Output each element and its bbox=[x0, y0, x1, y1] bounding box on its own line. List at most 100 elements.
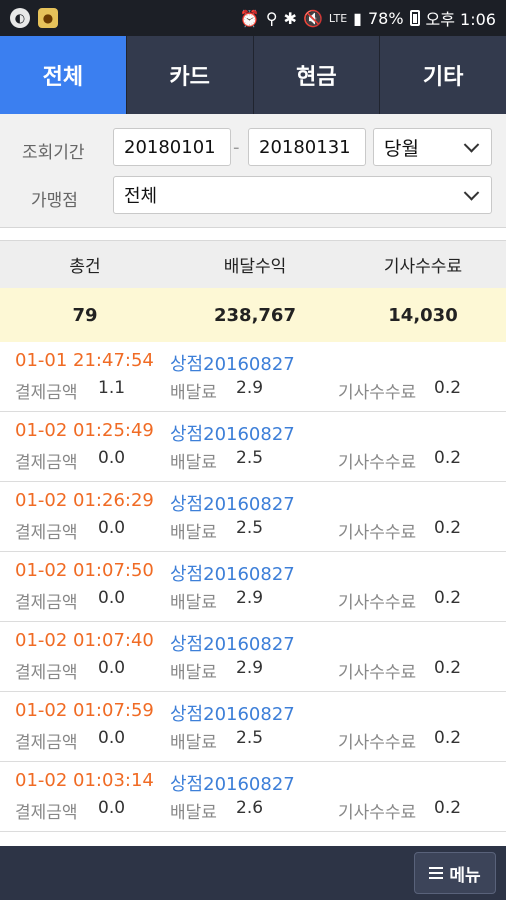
location-icon: ⚲ bbox=[265, 8, 278, 28]
status-bar: ◐ ● ⏰ ⚲ ✱ 🔇 LTE ▮ 78% 오후 1:06 bbox=[0, 0, 506, 36]
list-item[interactable]: 01-02 01:07:59 상점20160827 결제금액 0.0 배달료 2… bbox=[0, 692, 506, 762]
store-select-value: 전체 bbox=[124, 186, 158, 207]
store-name: 상점20160827 bbox=[170, 634, 295, 655]
payment-value: 1.1 bbox=[98, 378, 126, 398]
driver-fee-label: 기사수수료 bbox=[338, 593, 417, 613]
list-item[interactable]: 01-02 01:03:14 상점20160827 결제금액 0.0 배달료 2… bbox=[0, 762, 506, 832]
summary-driver-fee: 14,030 bbox=[388, 304, 458, 326]
payment-value: 0.0 bbox=[98, 448, 126, 468]
notification-icon: ● bbox=[38, 8, 58, 28]
payment-label: 결제금액 bbox=[15, 803, 78, 823]
delivery-fee-value: 2.5 bbox=[236, 728, 264, 748]
status-right: ⏰ ⚲ ✱ 🔇 LTE ▮ 78% 오후 1:06 bbox=[240, 6, 496, 30]
delivery-fee-label: 배달료 bbox=[170, 733, 217, 753]
delivery-fee-value: 2.9 bbox=[236, 658, 264, 678]
delivery-fee-label: 배달료 bbox=[170, 593, 217, 613]
store-name: 상점20160827 bbox=[170, 494, 295, 515]
payment-label: 결제금액 bbox=[15, 523, 78, 543]
transaction-time: 01-02 01:26:29 bbox=[15, 490, 154, 511]
bottom-bar: 메뉴 bbox=[0, 846, 506, 900]
driver-fee-value: 0.2 bbox=[434, 448, 462, 468]
driver-fee-label: 기사수수료 bbox=[338, 733, 417, 753]
transaction-time: 01-02 01:07:50 bbox=[15, 560, 154, 581]
period-select-value: 당월 bbox=[384, 137, 419, 160]
network-type: LTE bbox=[328, 11, 348, 25]
delivery-fee-label: 배달료 bbox=[170, 523, 217, 543]
payment-label: 결제금액 bbox=[15, 593, 78, 613]
battery-level: 78% bbox=[367, 8, 404, 28]
payment-label: 결제금액 bbox=[15, 663, 78, 683]
chevron-down-icon bbox=[463, 185, 480, 201]
payment-label: 결제금액 bbox=[15, 453, 78, 473]
list-item[interactable]: 01-02 01:26:29 상점20160827 결제금액 0.0 배달료 2… bbox=[0, 482, 506, 552]
status-left: ◐ ● bbox=[10, 8, 58, 28]
chevron-down-icon bbox=[463, 137, 480, 153]
delivery-fee-label: 배달료 bbox=[170, 803, 217, 823]
driver-fee-value: 0.2 bbox=[434, 658, 462, 678]
transaction-list: 01-01 21:47:54 상점20160827 결제금액 1.1 배달료 2… bbox=[0, 342, 506, 832]
delivery-fee-label: 배달료 bbox=[170, 453, 217, 473]
payment-value: 0.0 bbox=[98, 518, 126, 538]
list-item[interactable]: 01-02 01:07:50 상점20160827 결제금액 0.0 배달료 2… bbox=[0, 552, 506, 622]
menu-button-label: 메뉴 bbox=[449, 865, 481, 886]
driver-fee-value: 0.2 bbox=[434, 728, 462, 748]
store-select[interactable]: 전체 bbox=[113, 176, 492, 214]
driver-fee-value: 0.2 bbox=[434, 378, 462, 398]
transaction-time: 01-02 01:03:14 bbox=[15, 770, 154, 791]
payment-type-tabs: 전체 카드 현금 기타 bbox=[0, 36, 506, 114]
delivery-fee-label: 배달료 bbox=[170, 383, 217, 403]
tab-all[interactable]: 전체 bbox=[0, 36, 127, 114]
start-date-input[interactable]: 20180101 bbox=[113, 128, 231, 166]
payment-label: 결제금액 bbox=[15, 383, 78, 403]
summary-header: 총건 배달수익 기사수수료 bbox=[0, 240, 506, 288]
payment-value: 0.0 bbox=[98, 658, 126, 678]
transaction-time: 01-02 01:07:59 bbox=[15, 700, 154, 721]
driver-fee-value: 0.2 bbox=[434, 588, 462, 608]
driver-fee-value: 0.2 bbox=[434, 518, 462, 538]
payment-value: 0.0 bbox=[98, 588, 126, 608]
filter-panel: 조회기간 20180101 - 20180131 당월 가맹점 전체 bbox=[0, 114, 506, 228]
driver-fee-label: 기사수수료 bbox=[338, 523, 417, 543]
store-name: 상점20160827 bbox=[170, 354, 295, 375]
date-separator: - bbox=[233, 137, 240, 158]
list-item[interactable]: 01-02 01:07:40 상점20160827 결제금액 0.0 배달료 2… bbox=[0, 622, 506, 692]
payment-value: 0.0 bbox=[98, 798, 126, 818]
delivery-fee-value: 2.9 bbox=[236, 588, 264, 608]
delivery-fee-value: 2.6 bbox=[236, 798, 264, 818]
store-name: 상점20160827 bbox=[170, 424, 295, 445]
payment-value: 0.0 bbox=[98, 728, 126, 748]
driver-fee-value: 0.2 bbox=[434, 798, 462, 818]
summary-revenue: 238,767 bbox=[214, 304, 296, 326]
battery-icon bbox=[409, 10, 420, 26]
period-select[interactable]: 당월 bbox=[373, 128, 492, 166]
period-label: 조회기간 bbox=[22, 143, 85, 163]
app-icon: ◐ bbox=[10, 8, 30, 28]
transaction-time: 01-01 21:47:54 bbox=[15, 350, 154, 371]
delivery-fee-value: 2.5 bbox=[236, 448, 264, 468]
alarm-icon: ⏰ bbox=[239, 8, 260, 28]
bluetooth-icon: ✱ bbox=[283, 8, 297, 28]
tab-cash[interactable]: 현금 bbox=[254, 36, 381, 114]
menu-button[interactable]: 메뉴 bbox=[414, 852, 496, 894]
summary-header-revenue: 배달수익 bbox=[223, 257, 287, 277]
signal-icon: ▮ bbox=[353, 8, 362, 28]
summary-header-driver-fee: 기사수수료 bbox=[383, 257, 463, 277]
tab-card[interactable]: 카드 bbox=[127, 36, 254, 114]
hamburger-icon bbox=[429, 867, 444, 879]
store-name: 상점20160827 bbox=[170, 774, 295, 795]
summary-header-count: 총건 bbox=[69, 257, 101, 277]
clock: 오후 1:06 bbox=[425, 10, 496, 29]
summary-count: 79 bbox=[72, 304, 98, 326]
driver-fee-label: 기사수수료 bbox=[338, 453, 417, 473]
store-label: 가맹점 bbox=[31, 191, 78, 211]
tab-other[interactable]: 기타 bbox=[380, 36, 506, 114]
delivery-fee-value: 2.9 bbox=[236, 378, 264, 398]
list-item[interactable]: 01-01 21:47:54 상점20160827 결제금액 1.1 배달료 2… bbox=[0, 342, 506, 412]
driver-fee-label: 기사수수료 bbox=[338, 663, 417, 683]
payment-label: 결제금액 bbox=[15, 733, 78, 753]
mute-icon: 🔇 bbox=[302, 8, 323, 28]
delivery-fee-label: 배달료 bbox=[170, 663, 217, 683]
end-date-input[interactable]: 20180131 bbox=[248, 128, 366, 166]
list-item[interactable]: 01-02 01:25:49 상점20160827 결제금액 0.0 배달료 2… bbox=[0, 412, 506, 482]
delivery-fee-value: 2.5 bbox=[236, 518, 264, 538]
